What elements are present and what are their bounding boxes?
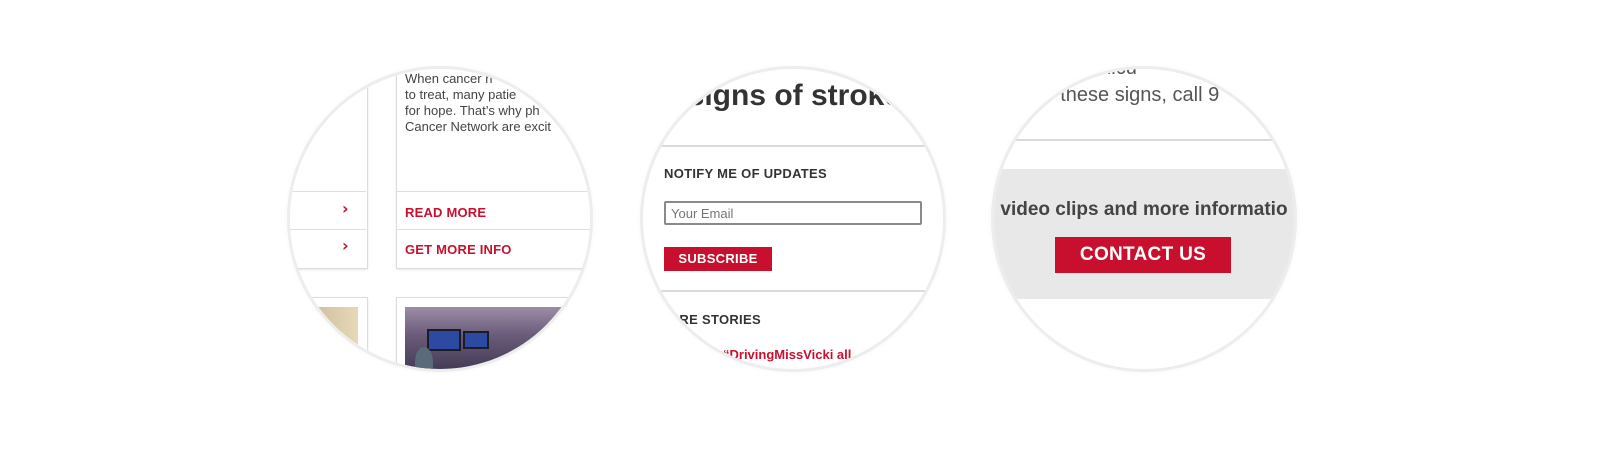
- person-shape: [415, 347, 433, 369]
- body-text-line: unicu: [1089, 69, 1137, 80]
- chevron-right-icon[interactable]: ›: [342, 236, 349, 255]
- zoom-circle-subscribe: g signs of stroke NOTIFY ME OF UPDATES S…: [643, 69, 943, 369]
- article-thumbnail[interactable]: [405, 307, 590, 369]
- divider: [643, 145, 943, 147]
- notify-heading: NOTIFY ME OF UPDATES: [664, 166, 827, 181]
- read-more-link[interactable]: READ MORE: [405, 205, 486, 220]
- zoom-circle-article-cards: When cancer h to treat, many patie for h…: [290, 69, 590, 369]
- article-thumbnail[interactable]: [310, 307, 358, 367]
- monitor-shape: [463, 331, 489, 349]
- divider: [290, 229, 366, 230]
- body-text-line: r these signs, call 9: [1048, 84, 1220, 106]
- divider: [643, 290, 943, 292]
- chevron-right-icon[interactable]: ›: [342, 199, 349, 218]
- monitor-shape: [427, 329, 461, 351]
- left-card: [290, 69, 368, 269]
- zoom-circle-contact: unicu r these signs, call 9 video clips …: [994, 69, 1294, 369]
- divider: [994, 139, 1294, 141]
- email-input[interactable]: [664, 201, 922, 225]
- subscribe-button[interactable]: SUBSCRIBE: [664, 247, 772, 271]
- article-headline: g signs of stroke: [661, 79, 902, 112]
- contact-band-text: video clips and more informatio: [1000, 199, 1288, 220]
- story-link[interactable]: “DrivingMissVicki all: [723, 347, 851, 362]
- contact-us-button[interactable]: CONTACT US: [1055, 237, 1231, 273]
- divider: [290, 191, 366, 192]
- get-more-info-link[interactable]: GET MORE INFO: [405, 242, 512, 257]
- more-stories-heading: ORE STORIES: [669, 312, 761, 327]
- article-excerpt: When cancer h to treat, many patie for h…: [405, 71, 551, 134]
- divider: [396, 191, 590, 192]
- contact-band: [994, 169, 1294, 299]
- divider: [396, 229, 590, 230]
